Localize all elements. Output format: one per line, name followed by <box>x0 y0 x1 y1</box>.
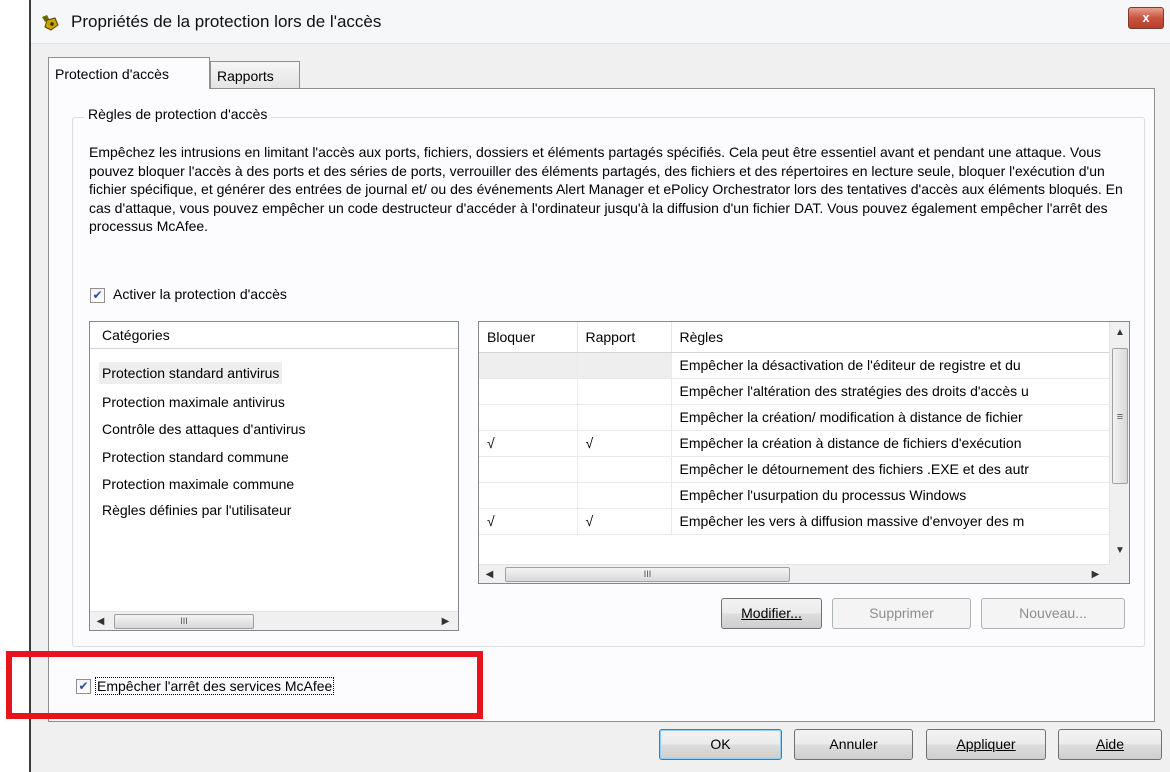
cell-rule: Empêcher le détournement des fichiers .E… <box>671 456 1110 483</box>
group-description: Empêchez les intrusions en limitant l'ac… <box>89 144 1123 234</box>
table-row[interactable]: Empêcher la création/ modification à dis… <box>479 404 1110 431</box>
edit-rule-button[interactable]: Modifier... <box>721 598 822 629</box>
cell-rule: Empêcher les vers à diffusion massive d'… <box>671 508 1110 535</box>
scroll-corner <box>1109 564 1129 583</box>
table-row[interactable]: Empêcher le détournement des fichiers .E… <box>479 456 1110 483</box>
category-item[interactable]: Protection maximale antivirus <box>99 391 288 413</box>
table-row[interactable]: √ √ Empêcher les vers à diffusion massiv… <box>479 508 1110 535</box>
categories-list[interactable]: Catégories Protection standard antivirus… <box>89 321 459 631</box>
delete-rule-button[interactable]: Supprimer <box>832 598 971 629</box>
table-row[interactable]: Empêcher la désactivation de l'éditeur d… <box>479 352 1110 379</box>
table-row[interactable]: Empêcher l'usurpation du processus Windo… <box>479 482 1110 509</box>
cell-block <box>479 404 578 431</box>
rules-vscrollbar[interactable]: ▲ ≡ ▼ <box>1109 322 1129 564</box>
cell-report: √ <box>577 430 672 457</box>
group-title: Règles de protection d'accès <box>84 106 272 122</box>
category-item[interactable]: Protection standard commune <box>99 446 292 468</box>
new-rule-button[interactable]: Nouveau... <box>981 598 1125 629</box>
cell-report <box>577 456 672 483</box>
cell-block: √ <box>479 508 578 535</box>
scroll-thumb[interactable]: III <box>505 567 790 582</box>
cell-rule: Empêcher la désactivation de l'éditeur d… <box>671 352 1110 379</box>
apply-button[interactable]: Appliquer <box>926 729 1046 760</box>
rules-table: Bloquer Rapport Règles Empêcher la désac… <box>479 322 1110 535</box>
cell-block <box>479 378 578 405</box>
scroll-right-icon[interactable]: ▶ <box>437 613 454 630</box>
scroll-thumb[interactable]: ≡ <box>1112 348 1128 484</box>
cell-report <box>577 482 672 509</box>
cell-block: √ <box>479 430 578 457</box>
cell-block <box>479 482 578 509</box>
window-title: Propriétés de la protection lors de l'ac… <box>71 12 382 31</box>
help-button[interactable]: Aide <box>1058 729 1162 760</box>
cell-report: √ <box>577 508 672 535</box>
categories-header[interactable]: Catégories <box>90 322 458 349</box>
scroll-down-icon[interactable]: ▼ <box>1111 542 1129 560</box>
cell-block <box>479 456 578 483</box>
column-rapport[interactable]: Rapport <box>577 322 672 353</box>
enable-protection-label[interactable]: Activer la protection d'accès <box>113 286 287 302</box>
cell-rule: Empêcher l'altération des stratégies des… <box>671 378 1110 405</box>
prevent-service-stop-checkbox[interactable]: ✔ <box>76 679 91 694</box>
cell-block <box>479 352 578 379</box>
scroll-right-icon[interactable]: ▶ <box>1087 566 1104 583</box>
categories-hscrollbar[interactable]: ◀ III ▶ <box>90 611 458 630</box>
scroll-left-icon[interactable]: ◀ <box>481 566 498 583</box>
cell-report <box>577 404 672 431</box>
enable-protection-checkbox[interactable]: ✔ <box>90 288 105 303</box>
tab-rapports[interactable]: Rapports <box>210 61 300 89</box>
category-item[interactable]: Contrôle des attaques d'antivirus <box>99 418 308 440</box>
rules-listview[interactable]: Bloquer Rapport Règles Empêcher la désac… <box>478 321 1130 584</box>
ok-button[interactable]: OK <box>659 729 782 760</box>
category-item[interactable]: Règles définies par l'utilisateur <box>99 499 294 521</box>
scroll-up-icon[interactable]: ▲ <box>1111 324 1129 342</box>
scroll-thumb[interactable]: III <box>114 614 254 629</box>
cancel-button[interactable]: Annuler <box>794 729 913 760</box>
category-item[interactable]: Protection maximale commune <box>99 473 297 495</box>
tab-protection-acces[interactable]: Protection d'accès <box>48 57 210 89</box>
cell-rule: Empêcher la création à distance de fichi… <box>671 430 1110 457</box>
table-row[interactable]: Empêcher l'altération des stratégies des… <box>479 378 1110 405</box>
checkmark-icon: ✔ <box>78 679 89 693</box>
column-bloquer[interactable]: Bloquer <box>479 322 578 353</box>
table-row[interactable]: √ √ Empêcher la création à distance de f… <box>479 430 1110 457</box>
rules-hscrollbar[interactable]: ◀ III ▶ <box>479 564 1109 583</box>
title-bar[interactable]: Propriétés de la protection lors de l'ac… <box>31 0 1170 44</box>
category-item[interactable]: Protection standard antivirus <box>99 362 283 384</box>
mcafee-app-icon <box>42 15 59 31</box>
prevent-service-stop-label[interactable]: Empêcher l'arrêt des services McAfee <box>95 677 335 695</box>
cell-rule: Empêcher la création/ modification à dis… <box>671 404 1110 431</box>
scroll-left-icon[interactable]: ◀ <box>92 613 109 630</box>
close-button[interactable]: x <box>1128 7 1164 29</box>
cell-report <box>577 352 672 379</box>
checkmark-icon: ✔ <box>92 288 103 302</box>
column-regles[interactable]: Règles <box>671 322 1110 353</box>
rules-header-row: Bloquer Rapport Règles <box>479 322 1110 353</box>
cell-rule: Empêcher l'usurpation du processus Windo… <box>671 482 1110 509</box>
cell-report <box>577 378 672 405</box>
